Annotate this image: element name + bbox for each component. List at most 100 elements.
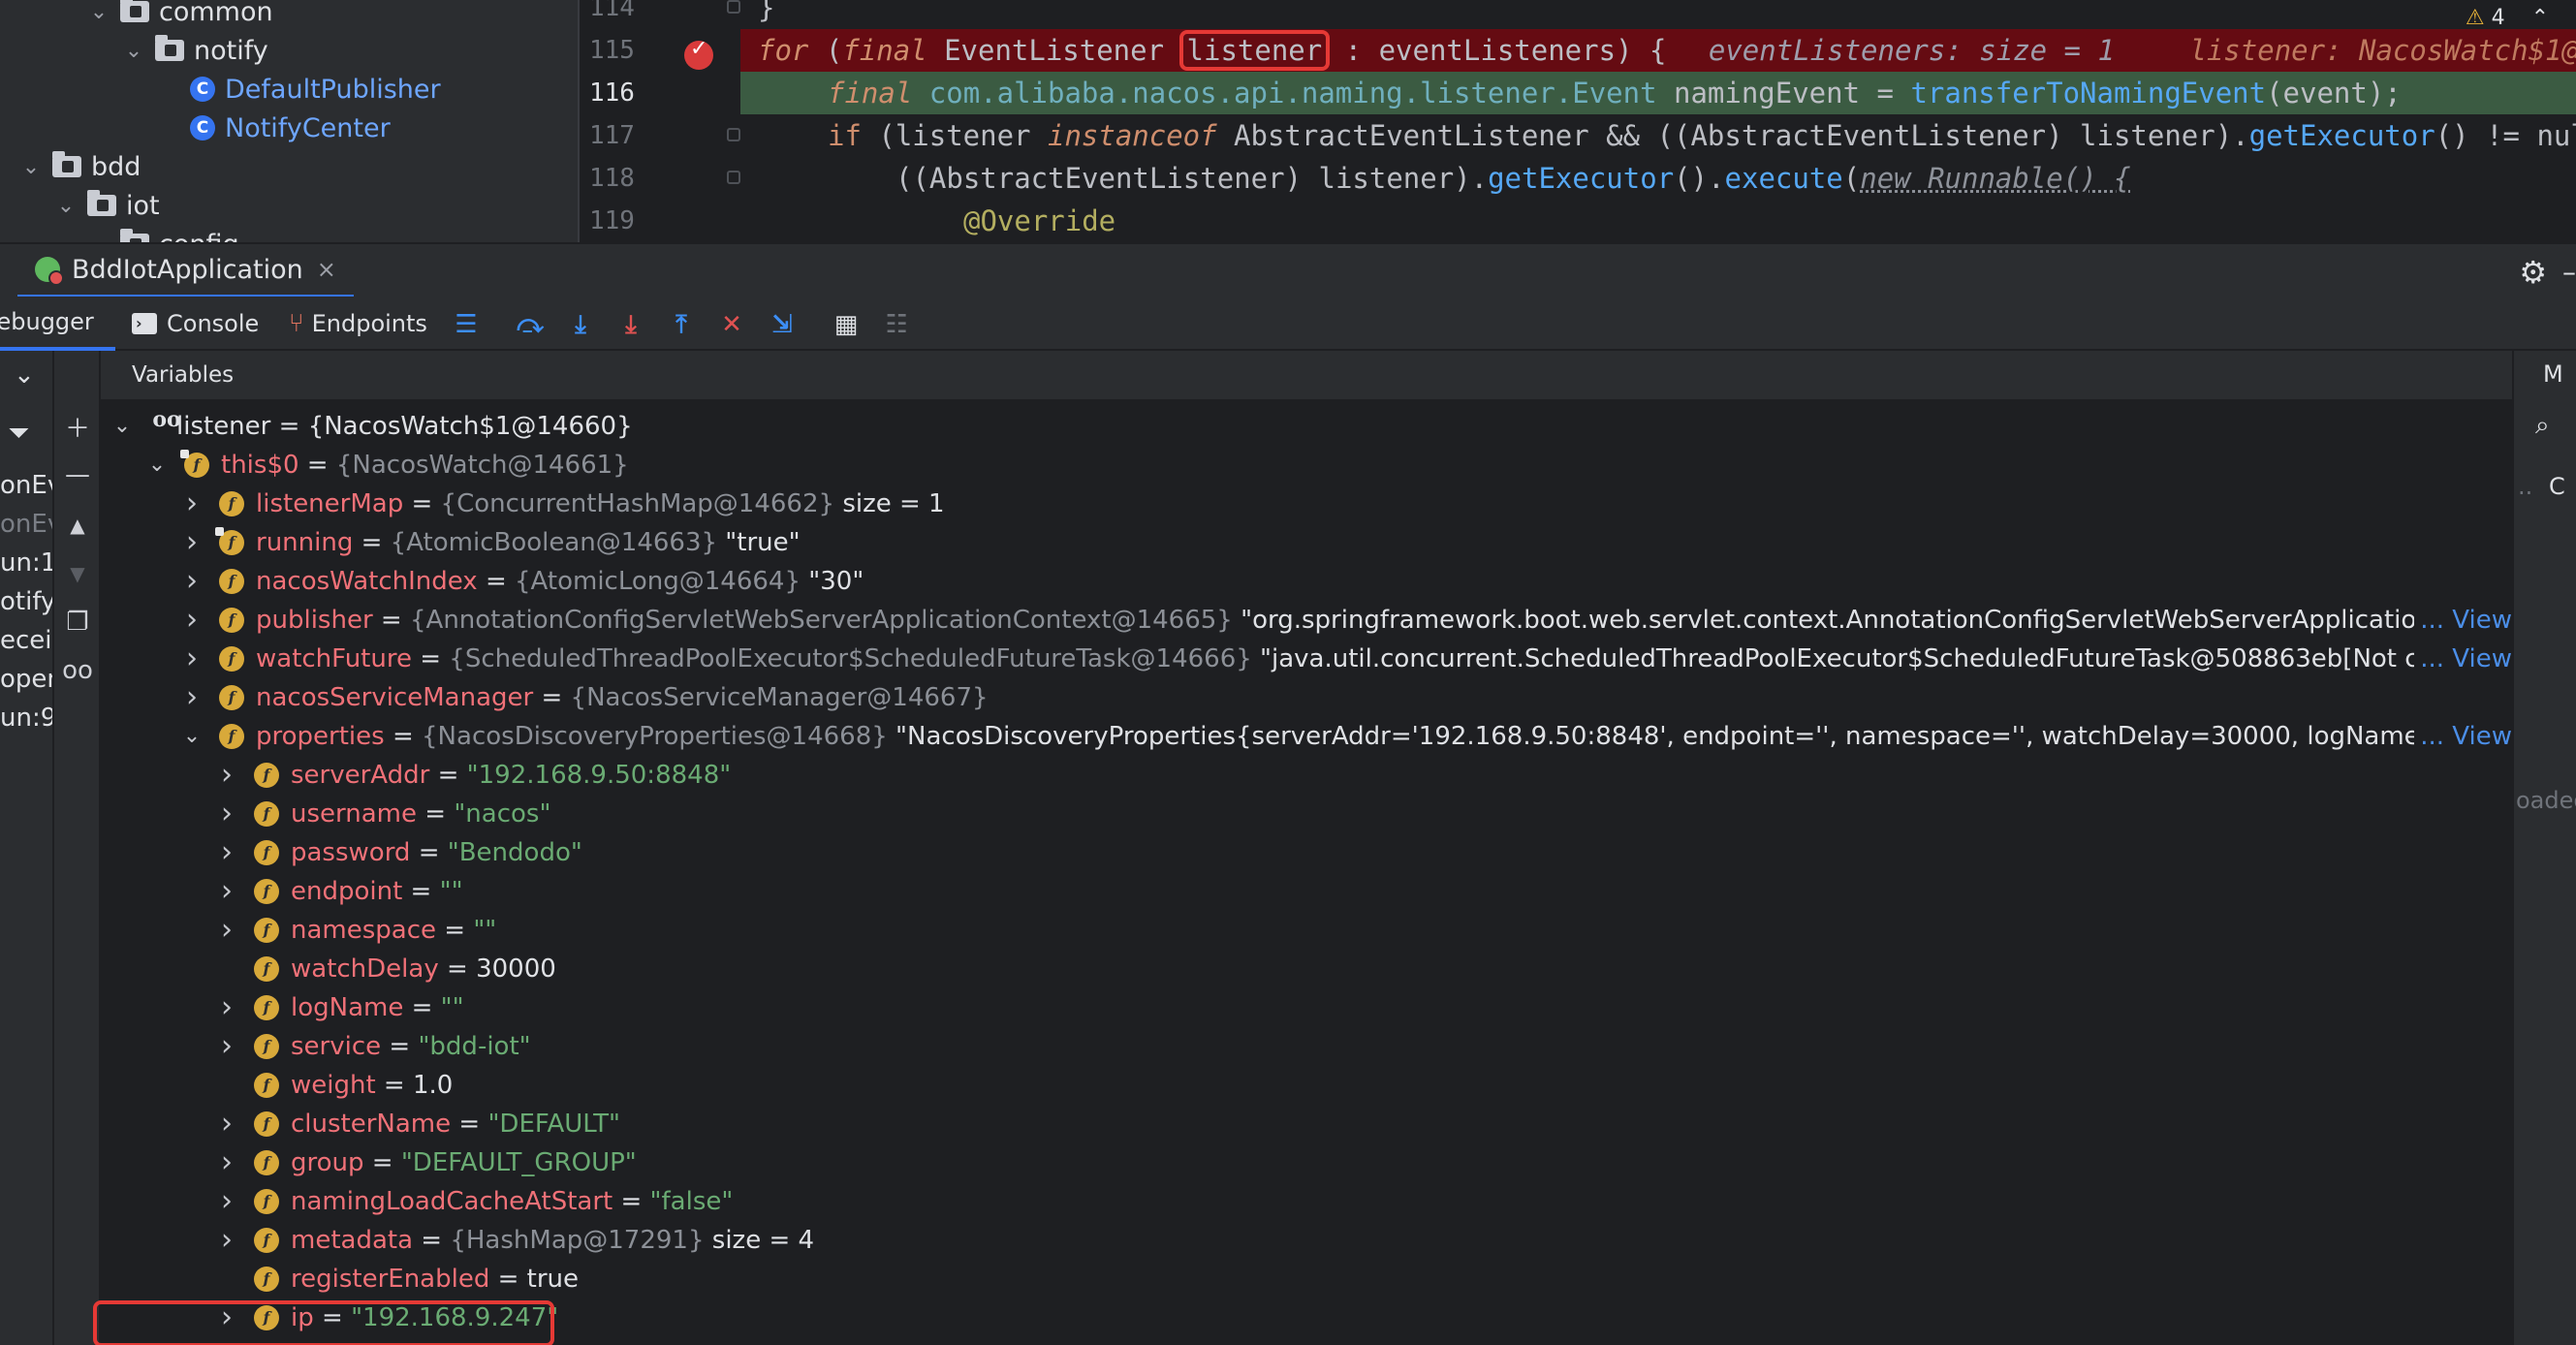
tree-item[interactable]: C DefaultPublisher xyxy=(190,70,441,109)
variable-row[interactable]: › f group = "DEFAULT_GROUP" xyxy=(101,1143,2512,1182)
variable-row[interactable]: › f endpoint = "" xyxy=(101,872,2512,911)
chevron-down-icon[interactable]: ⌄ xyxy=(145,446,169,485)
chevron-right-icon[interactable]: › xyxy=(180,523,204,562)
chevron-right-icon[interactable]: › xyxy=(215,1182,238,1221)
line-number[interactable]: 115 xyxy=(589,29,647,72)
chevron-right-icon[interactable]: › xyxy=(215,1143,238,1182)
code-line-114[interactable]: } xyxy=(740,0,2576,29)
code-line-119[interactable]: @Override xyxy=(740,200,2576,242)
view-link[interactable]: ... View xyxy=(2414,601,2512,640)
chevron-right-icon[interactable]: › xyxy=(180,640,204,678)
fold-marker-icon[interactable] xyxy=(727,0,740,14)
line-number[interactable]: 116 xyxy=(589,72,647,114)
stack-frame-item[interactable]: ecei xyxy=(0,626,52,655)
frames-panel[interactable]: onEv onEv un:1! otify ecei open un:9 xyxy=(0,351,54,1345)
chevron-down-icon[interactable]: ⌄ xyxy=(85,233,112,243)
chevron-down-icon[interactable]: ⌄ xyxy=(180,717,204,756)
memory-tab[interactable]: M xyxy=(2543,360,2563,388)
chevron-down-icon[interactable]: ⌄ xyxy=(17,155,45,179)
tree-item[interactable]: ⌄ config xyxy=(85,225,239,242)
menu-icon[interactable]: ☰ xyxy=(452,310,481,339)
memory-panel[interactable]: M ⌕ .. C oaded xyxy=(2512,351,2576,1345)
variable-row[interactable]: › f clusterName = "DEFAULT" xyxy=(101,1105,2512,1143)
variable-row[interactable]: › f serverAddr = "192.168.9.50:8848" xyxy=(101,756,2512,795)
gear-icon[interactable]: ⚙ xyxy=(2519,254,2547,291)
remove-watch-icon[interactable]: — xyxy=(62,459,93,490)
variable-row[interactable]: › f publisher = {AnnotationConfigServletWe… xyxy=(101,601,2512,640)
tab-endpoints[interactable]: ⑂ Endpoints xyxy=(289,297,427,351)
tree-item[interactable]: ⌄ iot xyxy=(52,186,160,225)
variable-row[interactable]: › f namingLoadCacheAtStart = "false" xyxy=(101,1182,2512,1221)
trace-icon[interactable]: ☷ xyxy=(882,310,911,339)
variable-row[interactable]: f watchDelay = 30000 xyxy=(101,950,2512,988)
variable-row[interactable]: › f service = "bdd-iot" xyxy=(101,1027,2512,1066)
editor-gutter[interactable]: 114 115 116 117 118 119 xyxy=(578,0,740,242)
line-number[interactable]: 119 xyxy=(589,200,647,242)
chevron-right-icon[interactable]: › xyxy=(215,756,238,795)
variable-row[interactable]: › f username = "nacos" xyxy=(101,795,2512,833)
variable-row[interactable]: f registerEnabled = true xyxy=(101,1260,2512,1298)
fold-marker-icon[interactable] xyxy=(727,128,740,141)
chevron-right-icon[interactable]: › xyxy=(180,678,204,717)
line-number[interactable]: 118 xyxy=(589,157,647,200)
evaluate-icon[interactable]: ▦ xyxy=(832,310,861,339)
variable-row[interactable]: › f watchFuture = {ScheduledThreadPoolExec… xyxy=(101,640,2512,678)
watches-toggle-icon[interactable]: oo xyxy=(62,655,93,686)
variable-row[interactable]: ⌄ f properties = {NacosDiscoveryProperties… xyxy=(101,717,2512,756)
chevron-right-icon[interactable]: › xyxy=(215,1221,238,1260)
chevron-right-icon[interactable]: › xyxy=(180,485,204,523)
variable-row[interactable]: › f logName = "" xyxy=(101,988,2512,1027)
tab-console[interactable]: › Console xyxy=(132,297,259,351)
code-line-116[interactable]: final com.alibaba.nacos.api.naming.liste… xyxy=(740,72,2576,114)
chevron-right-icon[interactable]: › xyxy=(215,795,238,833)
variable-row[interactable]: › f nacosServiceManager = {NacosServiceMan… xyxy=(101,678,2512,717)
tree-item[interactable]: C NotifyCenter xyxy=(190,109,391,147)
variable-row[interactable]: › f listenerMap = {ConcurrentHashMap@14662… xyxy=(101,485,2512,523)
tree-item[interactable]: ⌄ bdd xyxy=(17,147,141,186)
view-link[interactable]: ... View xyxy=(2414,640,2512,678)
chevron-up-icon[interactable]: ⌃ xyxy=(2531,6,2549,30)
variables-tree[interactable]: ⌄ oo listener = {NacosWatch$1@14660} ⌄ f this… xyxy=(101,401,2512,1345)
close-icon[interactable]: × xyxy=(317,256,336,283)
code-line-115[interactable]: for (final EventListener listener : even… xyxy=(740,29,2576,72)
chevron-down-icon[interactable]: ⌄ xyxy=(52,194,79,218)
chevron-right-icon[interactable]: › xyxy=(215,911,238,950)
tab-debugger[interactable]: Debugger xyxy=(0,297,115,351)
stack-frame-item[interactable]: un:1! xyxy=(0,548,52,578)
variable-row[interactable]: ⌄ oo listener = {NacosWatch$1@14660} xyxy=(101,407,2512,446)
chevron-down-icon[interactable]: ⌄ xyxy=(85,0,112,24)
chevron-right-icon[interactable]: › xyxy=(180,562,204,601)
step-over-icon[interactable]: ⤼ xyxy=(516,310,545,339)
stack-frame-item[interactable]: onEv xyxy=(0,471,52,500)
variable-row[interactable]: f weight = 1.0 xyxy=(101,1066,2512,1105)
run-tab-bdd-iot-application[interactable]: BddIotApplication × xyxy=(17,244,354,298)
line-number[interactable]: 117 xyxy=(589,114,647,157)
stack-frame-item[interactable]: un:9 xyxy=(0,704,52,733)
view-link[interactable]: ... View xyxy=(2414,717,2512,756)
chevron-right-icon[interactable]: › xyxy=(215,1105,238,1143)
variable-row[interactable]: ⌄ f this$0 = {NacosWatch@14661} xyxy=(101,446,2512,485)
variable-row[interactable]: › f nacosWatchIndex = {AtomicLong@14664} "… xyxy=(101,562,2512,601)
chevron-down-icon[interactable]: ⌄ xyxy=(120,39,147,63)
code-line-117[interactable]: if (listener instanceof AbstractEventLis… xyxy=(740,114,2576,157)
run-to-cursor-icon[interactable]: ⇲ xyxy=(768,310,797,339)
variable-row[interactable]: › f password = "Bendodo" xyxy=(101,833,2512,872)
chevron-down-icon[interactable]: ⌄ xyxy=(110,407,134,446)
chevron-right-icon[interactable]: › xyxy=(180,601,204,640)
line-number[interactable]: 114 xyxy=(589,0,647,29)
variable-row[interactable]: › f running = {AtomicBoolean@14663} "true" xyxy=(101,523,2512,562)
drop-frame-icon[interactable]: ✕ xyxy=(717,310,746,339)
tree-item[interactable]: ⌄ notify xyxy=(120,31,268,70)
step-out-icon[interactable]: ⤒ xyxy=(667,310,696,339)
fold-marker-icon[interactable] xyxy=(727,171,740,184)
move-down-icon[interactable]: ▼ xyxy=(62,558,93,589)
chevron-right-icon[interactable]: › xyxy=(215,833,238,872)
variable-row[interactable]: › f namespace = "" xyxy=(101,911,2512,950)
stack-frame-item[interactable]: open xyxy=(0,665,52,694)
tree-item[interactable]: ⌄ common xyxy=(85,0,273,31)
move-up-icon[interactable]: ▲ xyxy=(62,510,93,541)
force-step-into-icon[interactable]: ⤓ xyxy=(616,310,645,339)
step-into-icon[interactable]: ⤓ xyxy=(566,310,595,339)
warnings-badge[interactable]: ⚠ 4 ⌃ xyxy=(2466,6,2549,30)
chevron-right-icon[interactable]: › xyxy=(215,872,238,911)
